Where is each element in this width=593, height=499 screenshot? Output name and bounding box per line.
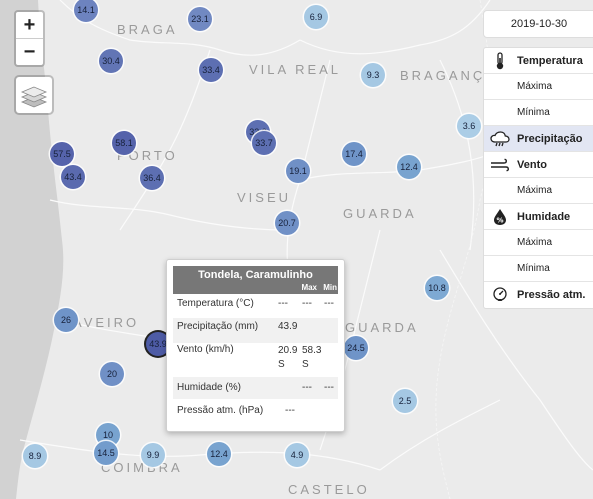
row-value: --- xyxy=(285,405,295,416)
region-label: VISEU xyxy=(237,190,292,205)
row-value: --- xyxy=(302,382,312,393)
svg-text:%: % xyxy=(496,216,503,224)
station-marker[interactable]: 26 xyxy=(54,308,78,332)
station-marker[interactable]: 12.4 xyxy=(397,155,421,179)
station-marker[interactable]: 9.9 xyxy=(141,443,165,467)
menu-item-label: Mínima xyxy=(517,107,550,118)
zoom-in-button[interactable]: + xyxy=(16,12,43,38)
station-marker[interactable]: 6.9 xyxy=(304,5,328,29)
row-label: Vento (km/h) xyxy=(177,344,234,355)
row-value: 58.3 S xyxy=(302,345,322,370)
humidity-icon: % xyxy=(489,208,511,226)
station-name: Tondela, Caramulinho xyxy=(198,269,313,281)
region-label: VILA REAL xyxy=(249,62,342,77)
thermometer-icon xyxy=(489,51,511,70)
popup-row-humidade: Humidade (%) --- --- xyxy=(173,377,338,399)
wind-icon xyxy=(489,158,511,172)
menu-item-temperatura[interactable]: Temperatura xyxy=(484,48,593,74)
menu-item-label: Precipitação xyxy=(517,132,583,145)
station-marker[interactable]: 33.4 xyxy=(199,58,223,82)
region-label: GUARDA xyxy=(343,206,417,221)
region-label: GUARDA xyxy=(345,320,419,335)
station-marker[interactable]: 9.3 xyxy=(361,63,385,87)
station-marker[interactable]: 43.4 xyxy=(61,165,85,189)
station-marker[interactable]: 14.5 xyxy=(94,441,118,465)
station-marker[interactable]: 58.1 xyxy=(112,131,136,155)
menu-item-humidade-minima[interactable]: Mínima xyxy=(484,256,593,282)
menu-item-label: Vento xyxy=(517,158,547,171)
gauge-icon xyxy=(489,287,511,303)
row-label: Pressão atm. (hPa) xyxy=(177,405,264,416)
zoom-control: + − xyxy=(14,10,45,67)
variable-menu: Temperatura Máxima Mínima Precipitação V… xyxy=(483,47,593,309)
row-value: --- xyxy=(324,298,334,309)
station-marker[interactable]: 30.4 xyxy=(99,49,123,73)
station-popup: Tondela, Caramulinho Max Min Temperatura… xyxy=(166,259,345,432)
menu-item-temperatura-minima[interactable]: Mínima xyxy=(484,100,593,126)
station-marker[interactable]: 12.4 xyxy=(207,442,231,466)
station-marker[interactable]: 23.1 xyxy=(188,7,212,31)
menu-item-label: Humidade xyxy=(517,210,571,223)
popup-row-vento: Vento (km/h) 20.9 S 58.3 S xyxy=(173,344,338,376)
popup-row-precipitacao: Precipitação (mm) 43.9 xyxy=(173,318,338,343)
station-marker[interactable]: 17.4 xyxy=(342,142,366,166)
menu-item-label: Máxima xyxy=(517,185,553,196)
menu-item-label: Temperatura xyxy=(517,54,583,67)
column-min-label: Min xyxy=(323,283,337,292)
row-label: Temperatura (°C) xyxy=(177,298,254,309)
row-value: --- xyxy=(302,298,312,309)
popup-header: Tondela, Caramulinho Max Min xyxy=(173,266,338,294)
menu-item-pressao[interactable]: Pressão atm. xyxy=(484,282,593,308)
row-label: Precipitação (mm) xyxy=(177,321,259,332)
station-marker[interactable]: 24.5 xyxy=(344,336,368,360)
row-value: 20.9 S xyxy=(278,345,298,370)
menu-item-label: Pressão atm. xyxy=(517,289,586,301)
station-marker[interactable]: 10.8 xyxy=(425,276,449,300)
station-marker[interactable]: 3.6 xyxy=(457,114,481,138)
menu-item-temperatura-maxima[interactable]: Máxima xyxy=(484,74,593,100)
row-label: Humidade (%) xyxy=(177,382,241,393)
station-marker[interactable]: 4.9 xyxy=(285,443,309,467)
menu-item-label: Máxima xyxy=(517,81,553,92)
station-marker[interactable]: 57.5 xyxy=(50,142,74,166)
region-label: AVEIRO xyxy=(73,315,140,330)
station-marker[interactable]: 20.7 xyxy=(275,211,299,235)
row-value: --- xyxy=(324,382,334,393)
row-value: 43.9 xyxy=(278,321,298,332)
zoom-out-button[interactable]: − xyxy=(16,38,43,65)
station-marker[interactable]: 20 xyxy=(100,362,124,386)
layers-button[interactable] xyxy=(14,75,54,115)
menu-item-vento-maxima[interactable]: Máxima xyxy=(484,178,593,204)
station-marker[interactable]: 36.4 xyxy=(140,166,164,190)
row-value: --- xyxy=(278,298,288,309)
station-marker[interactable]: 2.5 xyxy=(393,389,417,413)
station-marker[interactable]: 33.7 xyxy=(252,131,276,155)
column-max-label: Max xyxy=(301,283,317,292)
menu-item-label: Máxima xyxy=(517,237,553,248)
station-marker[interactable]: 8.9 xyxy=(23,444,47,468)
menu-item-vento[interactable]: Vento xyxy=(484,152,593,178)
region-label: BRAGA xyxy=(117,22,178,37)
date-display[interactable]: 2019-10-30 xyxy=(483,10,593,38)
rain-cloud-icon xyxy=(489,130,511,147)
menu-item-label: Mínima xyxy=(517,263,550,274)
station-marker[interactable]: 19.1 xyxy=(286,159,310,183)
menu-item-precipitacao[interactable]: Precipitação xyxy=(484,126,593,152)
menu-item-humidade-maxima[interactable]: Máxima xyxy=(484,230,593,256)
popup-row-pressao: Pressão atm. (hPa) --- xyxy=(173,405,338,425)
layers-icon xyxy=(20,86,48,108)
region-label: CASTELO xyxy=(288,482,370,497)
popup-row-temperatura: Temperatura (°C) --- --- --- xyxy=(173,298,338,318)
menu-item-humidade[interactable]: % Humidade xyxy=(484,204,593,230)
